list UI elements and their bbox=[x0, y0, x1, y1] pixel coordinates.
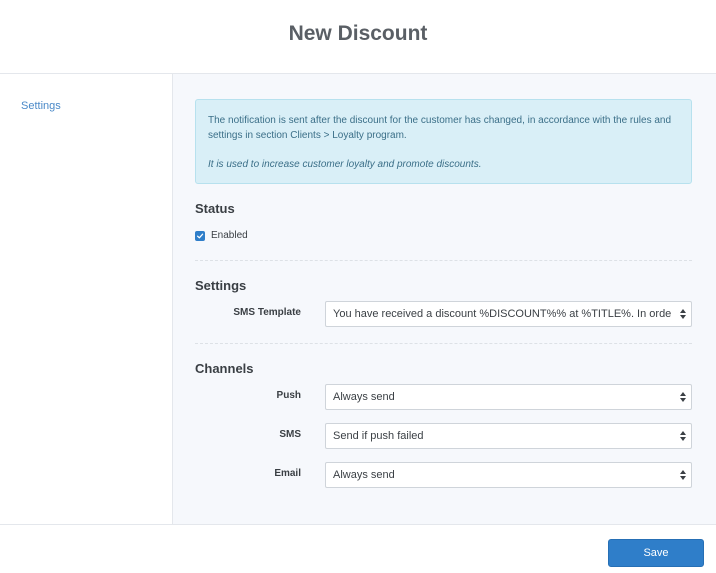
push-value: Always send bbox=[333, 391, 395, 403]
sms-value: Send if push failed bbox=[333, 430, 424, 442]
select-arrows-icon bbox=[680, 392, 686, 402]
enabled-label: Enabled bbox=[211, 230, 248, 241]
main-panel: The notification is sent after the disco… bbox=[173, 74, 716, 524]
sms-select[interactable]: Send if push failed bbox=[325, 423, 692, 449]
footer-bar: Save bbox=[0, 524, 716, 573]
save-button[interactable]: Save bbox=[608, 539, 704, 567]
info-text: The notification is sent after the disco… bbox=[208, 115, 672, 141]
sms-template-select[interactable]: You have received a discount %DISCOUNT%%… bbox=[325, 301, 692, 327]
sms-template-value: You have received a discount %DISCOUNT%%… bbox=[333, 308, 671, 320]
sidebar: Settings bbox=[0, 74, 173, 524]
email-label: Email bbox=[274, 468, 301, 479]
section-divider bbox=[195, 343, 692, 344]
channels-section-title: Channels bbox=[195, 361, 254, 376]
info-alert: The notification is sent after the disco… bbox=[195, 99, 692, 184]
enabled-checkbox-row[interactable]: Enabled bbox=[195, 230, 248, 241]
select-arrows-icon bbox=[680, 309, 686, 319]
push-select[interactable]: Always send bbox=[325, 384, 692, 410]
checkmark-icon bbox=[196, 233, 204, 238]
info-note: It is used to increase customer loyalty … bbox=[208, 159, 482, 170]
select-arrows-icon bbox=[680, 470, 686, 480]
push-label: Push bbox=[276, 390, 301, 401]
sidebar-item-settings[interactable]: Settings bbox=[21, 100, 61, 112]
enabled-checkbox[interactable] bbox=[195, 230, 205, 241]
page-header: New Discount bbox=[0, 0, 716, 74]
email-select[interactable]: Always send bbox=[325, 462, 692, 488]
settings-section-title: Settings bbox=[195, 278, 247, 293]
page-title: New Discount bbox=[288, 21, 428, 45]
email-value: Always send bbox=[333, 469, 395, 481]
sms-label: SMS bbox=[279, 429, 301, 440]
section-divider bbox=[195, 260, 692, 261]
select-arrows-icon bbox=[680, 431, 686, 441]
sms-template-label: SMS Template bbox=[233, 307, 301, 318]
status-section-title: Status bbox=[195, 201, 235, 216]
